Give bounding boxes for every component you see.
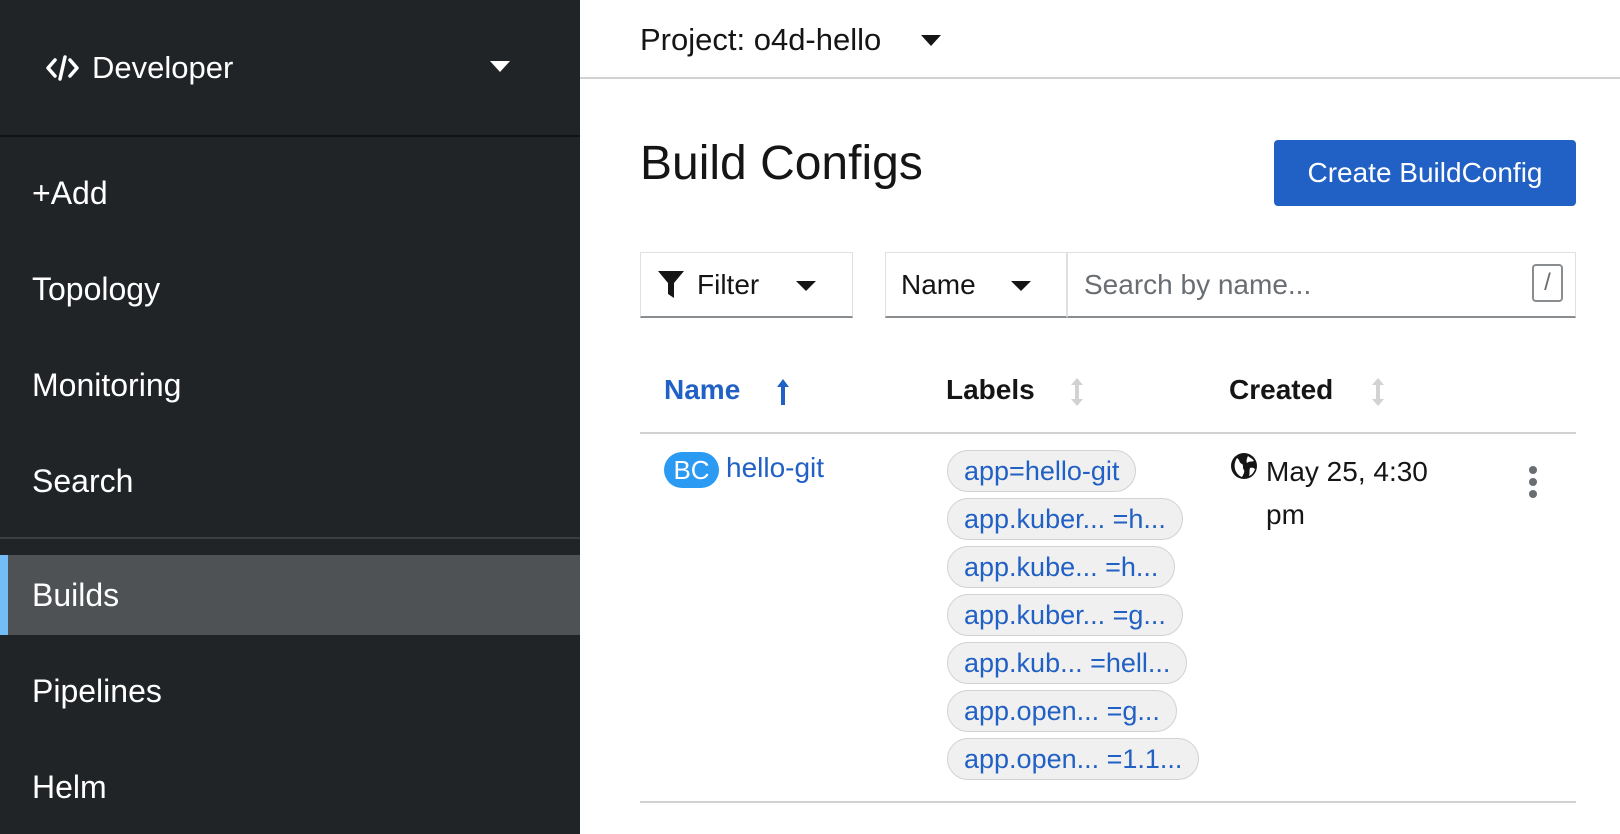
filter-by-select[interactable]: Name (885, 252, 1067, 318)
project-selector[interactable]: Project: o4d-hello (640, 18, 942, 62)
sidebar: Developer +Add Topology Monitoring Searc… (0, 0, 580, 834)
column-header-labels[interactable]: Labels (946, 374, 1083, 406)
filter-icon (658, 270, 684, 298)
caret-down-icon (796, 281, 816, 291)
resource-badge: BC (664, 452, 719, 488)
search-input[interactable] (1067, 252, 1576, 318)
sidebar-divider (0, 537, 580, 539)
perspective-switcher[interactable]: Developer (0, 0, 580, 137)
sidebar-item-builds[interactable]: Builds (0, 555, 580, 635)
main-content: Project: o4d-hello Build Configs Create … (580, 0, 1620, 834)
row-actions-kebab-icon[interactable] (1520, 462, 1546, 502)
sidebar-item-helm[interactable]: Helm (0, 747, 580, 827)
perspective-label: Developer (92, 49, 234, 85)
filter-dropdown[interactable]: Filter (640, 252, 853, 318)
caret-down-icon (490, 61, 510, 72)
kebab-dot (1529, 490, 1537, 498)
label-chip[interactable]: app.kuber... =g... (947, 594, 1183, 636)
page-title: Build Configs (640, 137, 923, 190)
filter-by-label: Name (901, 268, 976, 300)
label-chip[interactable]: app.open... =g... (947, 690, 1177, 732)
filter-label: Filter (697, 268, 760, 300)
table-row-divider (640, 801, 1576, 803)
create-buildconfig-button[interactable]: Create BuildConfig (1274, 140, 1576, 206)
caret-down-icon (1011, 281, 1031, 291)
sidebar-item-add[interactable]: +Add (0, 153, 580, 233)
sort-icon (1372, 378, 1384, 406)
label-chip[interactable]: app.kuber... =h... (947, 498, 1183, 540)
sidebar-item-monitoring[interactable]: Monitoring (0, 345, 580, 425)
project-bar: Project: o4d-hello (580, 0, 1620, 79)
code-icon (46, 54, 80, 82)
caret-down-icon (921, 34, 942, 46)
column-label: Labels (946, 374, 1035, 405)
kebab-dot (1529, 478, 1537, 486)
sidebar-item-search[interactable]: Search (0, 441, 580, 521)
label-chip[interactable]: app.kub... =hell... (947, 642, 1188, 684)
project-label: Project: o4d-hello (640, 22, 882, 57)
sidebar-item-topology[interactable]: Topology (0, 249, 580, 329)
label-chip[interactable]: app=hello-git (947, 450, 1137, 492)
label-chip[interactable]: app.kube... =h... (947, 546, 1176, 588)
sort-ascending-icon (777, 379, 789, 405)
column-label: Created (1229, 374, 1334, 405)
sort-icon (1071, 378, 1083, 406)
buildconfig-name-link[interactable]: hello-git (726, 452, 824, 484)
created-timestamp: May 25, 4:30 pm (1266, 456, 1428, 530)
sidebar-item-pipelines[interactable]: Pipelines (0, 651, 580, 731)
column-header-name[interactable]: Name (664, 374, 789, 406)
table-header-divider (640, 432, 1576, 434)
column-header-created[interactable]: Created (1229, 374, 1384, 406)
globe-icon (1231, 453, 1257, 479)
label-chip[interactable]: app.open... =1.1... (947, 738, 1200, 780)
kebab-dot (1529, 466, 1537, 474)
column-label: Name (664, 374, 741, 405)
keyboard-shortcut-hint: / (1532, 264, 1563, 302)
